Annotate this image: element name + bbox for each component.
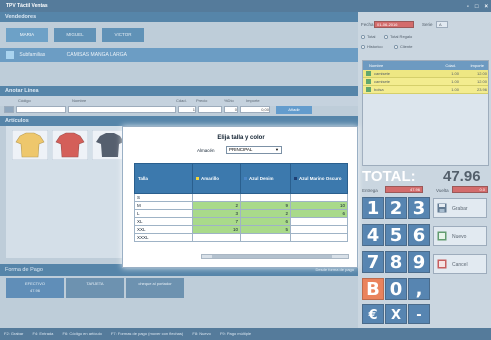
stock-cell[interactable]: 2 xyxy=(240,209,291,218)
size-color-grid: Talla Amarillo Azul Denim Azul Marino Os… xyxy=(134,163,348,242)
chevron-down-icon: ▼ xyxy=(275,147,279,152)
scrollbar-thumb[interactable] xyxy=(212,255,332,258)
stock-cell[interactable]: 3 xyxy=(192,209,241,218)
stock-cell[interactable]: 10 xyxy=(290,201,348,210)
stock-cell[interactable] xyxy=(240,233,291,242)
table-row: S xyxy=(134,193,348,202)
stock-cell[interactable]: 5 xyxy=(240,225,291,234)
col-amarillo: Amarillo xyxy=(192,163,241,194)
amarillo-swatch xyxy=(196,177,199,181)
stock-cell[interactable] xyxy=(290,217,348,226)
azul-denim-swatch xyxy=(244,177,247,181)
stock-cell[interactable]: 6 xyxy=(240,217,291,226)
stock-cell[interactable] xyxy=(192,233,241,242)
col-talla: Talla xyxy=(134,163,193,194)
dialog-title: Elija talla y color xyxy=(217,135,265,141)
stock-cell[interactable] xyxy=(290,233,348,242)
azul-marino-swatch xyxy=(294,177,297,181)
col-azul-marino: Azul Marino Oscuro xyxy=(290,163,348,194)
table-row: M 2 9 10 xyxy=(134,201,348,210)
stock-cell[interactable] xyxy=(290,225,348,234)
table-row: XXXL xyxy=(134,233,348,242)
almacen-select[interactable]: PRINCIPAL ▼ xyxy=(226,146,282,154)
almacen-label: Almacén xyxy=(197,148,215,153)
almacen-value: PRINCIPAL xyxy=(229,147,253,152)
table-row: XXL 10 5 xyxy=(134,225,348,234)
stock-cell[interactable] xyxy=(240,193,291,202)
stock-cell[interactable]: 6 xyxy=(290,209,348,218)
stock-cell[interactable]: 2 xyxy=(192,201,241,210)
size-color-dialog: Elija talla y color Almacén PRINCIPAL ▼ … xyxy=(122,126,358,268)
stock-cell[interactable]: 10 xyxy=(192,225,241,234)
stock-cell[interactable] xyxy=(192,193,241,202)
stock-cell[interactable]: 7 xyxy=(192,217,241,226)
horizontal-scrollbar[interactable] xyxy=(201,254,349,259)
stock-cell[interactable]: 9 xyxy=(240,201,291,210)
table-row: L 3 2 6 xyxy=(134,209,348,218)
stock-cell[interactable] xyxy=(290,193,348,202)
table-row: XL 7 6 xyxy=(134,217,348,226)
col-azul-denim: Azul Denim xyxy=(240,163,291,194)
tpv-app: TPV Táctil Ventas - □ × Vendedores MARIA… xyxy=(0,0,491,340)
